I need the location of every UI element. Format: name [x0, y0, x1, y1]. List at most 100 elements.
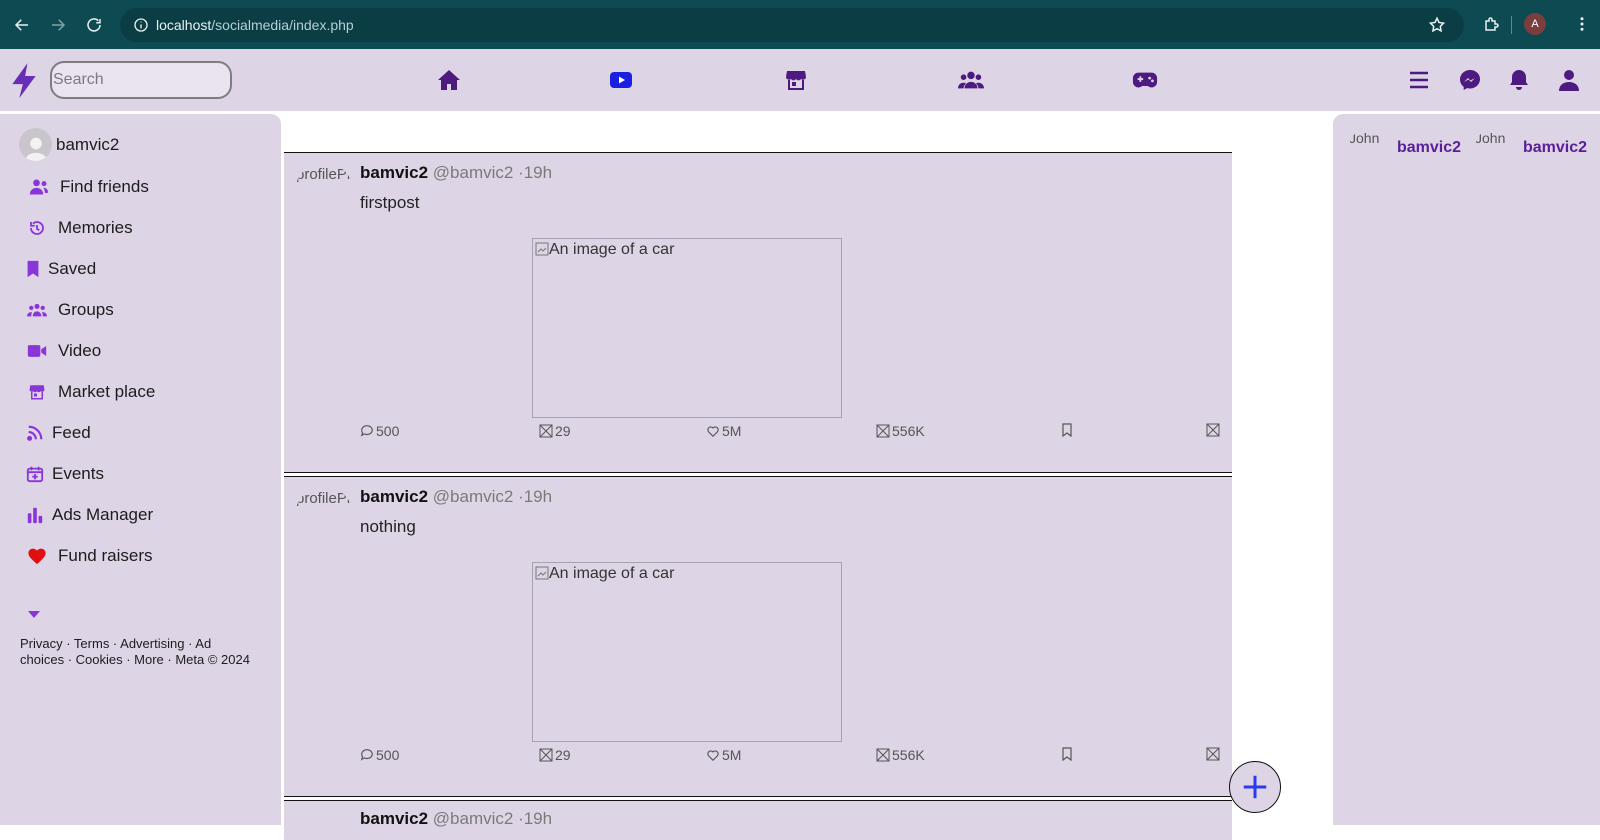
back-icon[interactable]	[4, 7, 40, 43]
comment-count: 500	[376, 423, 400, 439]
extensions-icon[interactable]	[1474, 6, 1510, 42]
avatar-alt-text: profilePic	[296, 490, 352, 507]
app-header	[0, 49, 1600, 111]
gamepad-icon[interactable]	[1131, 67, 1159, 93]
post-image[interactable]: An image of a car	[532, 238, 842, 418]
video-icon	[26, 341, 48, 361]
sidebar-item-video[interactable]: Video	[26, 341, 101, 361]
views-button[interactable]: 556K	[876, 423, 925, 439]
groups-icon[interactable]	[957, 67, 985, 93]
contact-avatar: John	[1475, 128, 1515, 168]
post-actions: 500 29 5M 556K	[360, 423, 1224, 443]
share-button[interactable]	[1206, 423, 1222, 437]
sidebar-item-label: Ads Manager	[52, 505, 154, 524]
post-avatar[interactable]: profilePic	[296, 163, 352, 213]
calendar-icon	[26, 464, 44, 484]
comment-button[interactable]: 500	[360, 747, 399, 763]
home-icon[interactable]	[435, 67, 463, 93]
views-icon	[876, 424, 890, 438]
search-input[interactable]	[50, 61, 232, 99]
bell-icon[interactable]	[1505, 67, 1533, 93]
browser-toolbar: localhost/socialmedia/index.php A	[0, 0, 1600, 49]
contact-item[interactable]: John bamvic2	[1349, 128, 1461, 168]
bookmark-star-icon[interactable]	[1422, 10, 1452, 40]
lightning-logo-icon[interactable]	[10, 62, 38, 99]
user-account-icon[interactable]	[1555, 67, 1583, 93]
footer-links[interactable]: Privacy · Terms · Advertising · Ad choic…	[20, 636, 250, 668]
sidebar-item-find-friends[interactable]: Find friends	[28, 177, 149, 197]
sidebar-item-label: Video	[58, 341, 102, 360]
heart-outline-icon	[707, 426, 719, 438]
post-feed: profilePic bamvic2 @bamvic2 ·19h firstpo…	[284, 152, 1232, 840]
contact-item[interactable]: John bamvic2	[1475, 128, 1587, 168]
contacts-panel: John bamvic2 John bamvic2	[1333, 114, 1600, 825]
left-sidebar: bamvic2 Find friends Memories Saved Grou…	[0, 114, 281, 825]
contact-name: bamvic2	[1523, 139, 1588, 156]
broken-image-icon	[535, 242, 549, 256]
add-post-button[interactable]	[1229, 761, 1281, 813]
comment-icon	[360, 749, 373, 761]
browser-menu-icon[interactable]	[1564, 6, 1600, 42]
repost-count: 29	[555, 747, 571, 763]
browser-profile-avatar[interactable]: A	[1524, 13, 1546, 35]
rss-icon	[26, 423, 44, 443]
comment-button[interactable]: 500	[360, 423, 399, 439]
view-count: 556K	[892, 747, 925, 763]
like-count: 5M	[722, 747, 742, 763]
image-alt-text: An image of a car	[549, 565, 675, 582]
sidebar-item-feed[interactable]: Feed	[26, 423, 91, 443]
sidebar-item-events[interactable]: Events	[26, 464, 104, 484]
site-info-icon[interactable]	[126, 10, 156, 40]
address-bar[interactable]: localhost/socialmedia/index.php	[120, 8, 1464, 42]
sidebar-user-name: bamvic2	[56, 134, 120, 154]
bookmark-outline-icon	[1062, 423, 1072, 437]
post-author[interactable]: bamvic2	[360, 163, 428, 182]
bookmark-button[interactable]	[1060, 423, 1076, 437]
post-card: bamvic2 @bamvic2 ·19h	[284, 800, 1232, 840]
bookmark-icon	[26, 259, 40, 279]
post-header: bamvic2 @bamvic2 ·19h	[360, 163, 552, 183]
forward-icon[interactable]	[40, 7, 76, 43]
post-image[interactable]: An image of a car	[532, 562, 842, 742]
post-header: bamvic2 @bamvic2 ·19h	[360, 809, 552, 829]
image-alt-text: An image of a car	[549, 241, 675, 258]
sidebar-item-groups[interactable]: Groups	[26, 300, 114, 320]
sidebar-profile[interactable]: bamvic2	[19, 128, 119, 161]
view-count: 556K	[892, 423, 925, 439]
bookmark-outline-icon	[1062, 747, 1072, 761]
messenger-icon[interactable]	[1456, 67, 1484, 93]
share-button[interactable]	[1206, 747, 1222, 761]
views-button[interactable]: 556K	[876, 747, 925, 763]
sidebar-item-fund-raisers[interactable]: Fund raisers	[26, 546, 152, 566]
avatar-alt-text: John	[1475, 130, 1506, 146]
caret-down-icon[interactable]	[27, 604, 41, 618]
share-icon	[1206, 423, 1220, 437]
history-icon	[26, 218, 48, 238]
sidebar-item-market-place[interactable]: Market place	[26, 382, 155, 402]
repost-button[interactable]: 29	[539, 423, 571, 439]
post-actions: 500 29 5M 556K	[360, 747, 1224, 767]
sidebar-item-ads-manager[interactable]: Ads Manager	[26, 505, 153, 525]
like-button[interactable]: 5M	[706, 747, 741, 763]
post-author[interactable]: bamvic2	[360, 809, 428, 828]
store-icon[interactable]	[782, 67, 810, 93]
store-icon	[26, 382, 48, 402]
post-author[interactable]: bamvic2	[360, 487, 428, 506]
repost-button[interactable]: 29	[539, 747, 571, 763]
hamburger-menu-icon[interactable]	[1405, 67, 1433, 93]
repost-icon	[539, 748, 553, 762]
sidebar-item-memories[interactable]: Memories	[26, 218, 133, 238]
like-button[interactable]: 5M	[706, 423, 741, 439]
youtube-icon[interactable]	[607, 67, 635, 93]
sidebar-item-saved[interactable]: Saved	[26, 259, 96, 279]
sidebar-item-label: Groups	[58, 300, 114, 319]
url-path: /socialmedia/index.php	[211, 17, 354, 33]
reload-icon[interactable]	[76, 7, 112, 43]
post-card: profilePic bamvic2 @bamvic2 ·19h firstpo…	[284, 152, 1232, 473]
heart-outline-icon	[707, 750, 719, 762]
views-icon	[876, 748, 890, 762]
bookmark-button[interactable]	[1060, 747, 1076, 761]
post-avatar[interactable]: profilePic	[296, 487, 352, 537]
sidebar-item-label: Memories	[58, 218, 133, 237]
avatar	[19, 128, 52, 161]
